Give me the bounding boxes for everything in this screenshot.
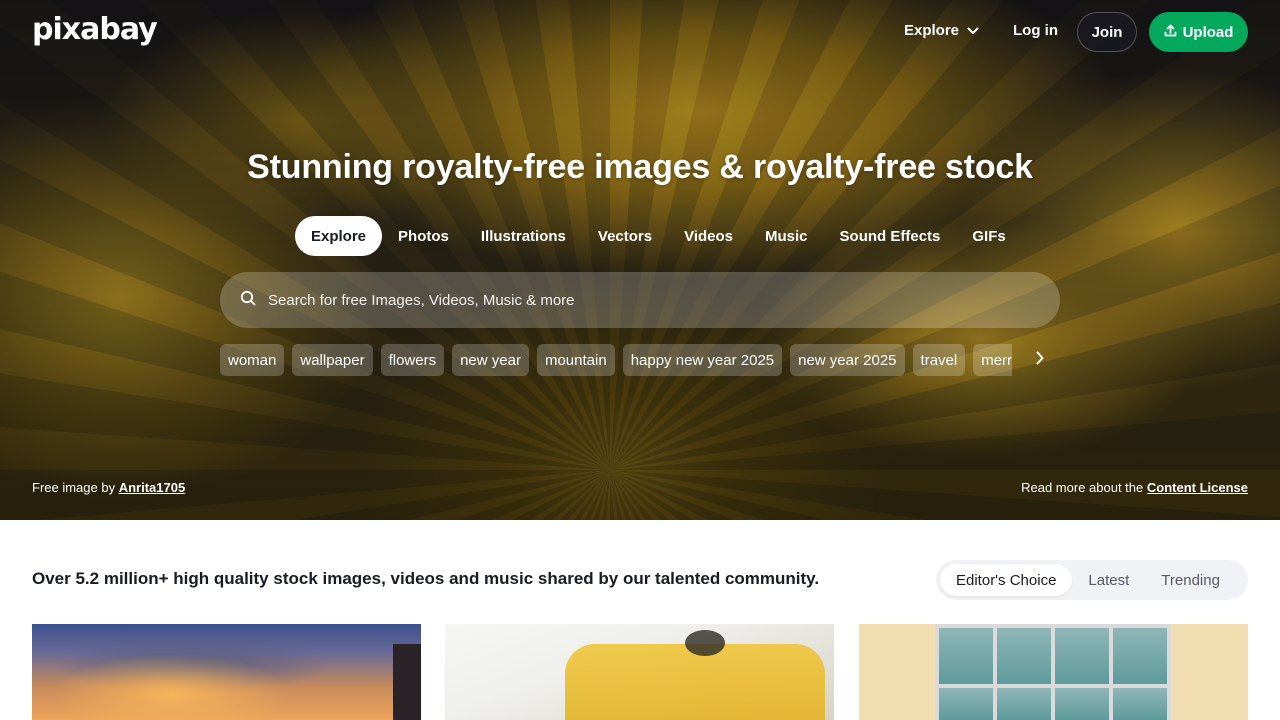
popular-tags: woman wallpaper flowers new year mountai…	[220, 344, 1012, 376]
hero-headline: Stunning royalty-free images & royalty-f…	[247, 148, 1033, 186]
tags-scroll-next-button[interactable]	[1026, 346, 1054, 374]
upload-button[interactable]: Upload	[1149, 12, 1248, 52]
thumbnail-art	[935, 624, 1171, 720]
license-note: Read more about the Content License	[1021, 480, 1248, 495]
explore-menu-label: Explore	[904, 22, 960, 39]
tag-chip[interactable]: new year	[452, 344, 529, 376]
tab-videos[interactable]: Videos	[668, 216, 749, 256]
tag-chip[interactable]: merry christmas	[973, 344, 1012, 376]
search-bar	[220, 272, 1060, 328]
chevron-down-icon	[967, 22, 979, 39]
sort-selector: Editor's Choice Latest Trending	[936, 560, 1248, 600]
image-thumbnail[interactable]	[32, 624, 421, 720]
sort-trending[interactable]: Trending	[1145, 564, 1236, 596]
hero-banner: pixabay Explore Log in Join Upload Stunn…	[0, 0, 1280, 520]
tag-chip[interactable]: flowers	[380, 344, 445, 376]
license-prefix: Read more about the	[1021, 480, 1144, 495]
tab-explore[interactable]: Explore	[295, 216, 383, 256]
top-navigation: pixabay Explore Log in Join Upload	[0, 0, 1280, 64]
tab-vectors[interactable]: Vectors	[582, 216, 668, 256]
chevron-right-icon	[1035, 351, 1045, 370]
join-button[interactable]: Join	[1077, 12, 1137, 52]
image-credit: Free image by Anrita1705	[32, 480, 185, 495]
tab-music[interactable]: Music	[749, 216, 824, 256]
upload-icon	[1164, 24, 1177, 41]
credit-author-link[interactable]: Anrita1705	[119, 480, 185, 495]
tab-photos[interactable]: Photos	[382, 216, 465, 256]
thumbnail-art	[565, 644, 825, 720]
thumbnail-art	[685, 630, 725, 656]
content-license-link[interactable]: Content License	[1147, 480, 1248, 495]
tag-chip[interactable]: wallpaper	[292, 344, 373, 376]
search-input[interactable]	[268, 291, 1028, 309]
tag-chip[interactable]: woman	[220, 344, 285, 376]
join-button-label: Join	[1091, 23, 1123, 41]
tag-chip[interactable]: happy new year 2025	[622, 344, 783, 376]
explore-menu-button[interactable]: Explore	[904, 22, 979, 39]
credit-prefix: Free image by	[32, 480, 116, 495]
community-tagline: Over 5.2 million+ high quality stock ima…	[32, 569, 820, 588]
tag-chip[interactable]: new year 2025	[790, 344, 905, 376]
tag-chip[interactable]: mountain	[536, 344, 615, 376]
image-thumbnail[interactable]	[859, 624, 1248, 720]
tab-sound-effects[interactable]: Sound Effects	[824, 216, 957, 256]
media-type-tabs: Explore Photos Illustrations Vectors Vid…	[295, 216, 1022, 256]
image-thumbnail[interactable]	[445, 624, 834, 720]
tag-chip[interactable]: travel	[912, 344, 966, 376]
pixabay-logo[interactable]: pixabay	[32, 12, 158, 47]
search-icon[interactable]	[240, 290, 256, 311]
sort-latest[interactable]: Latest	[1072, 564, 1145, 596]
tab-illustrations[interactable]: Illustrations	[465, 216, 582, 256]
upload-button-label: Upload	[1182, 23, 1234, 41]
content-header: Over 5.2 million+ high quality stock ima…	[0, 520, 1280, 624]
login-link[interactable]: Log in	[1013, 22, 1058, 39]
sort-editors-choice[interactable]: Editor's Choice	[940, 564, 1073, 596]
tab-gifs[interactable]: GIFs	[956, 216, 1021, 256]
